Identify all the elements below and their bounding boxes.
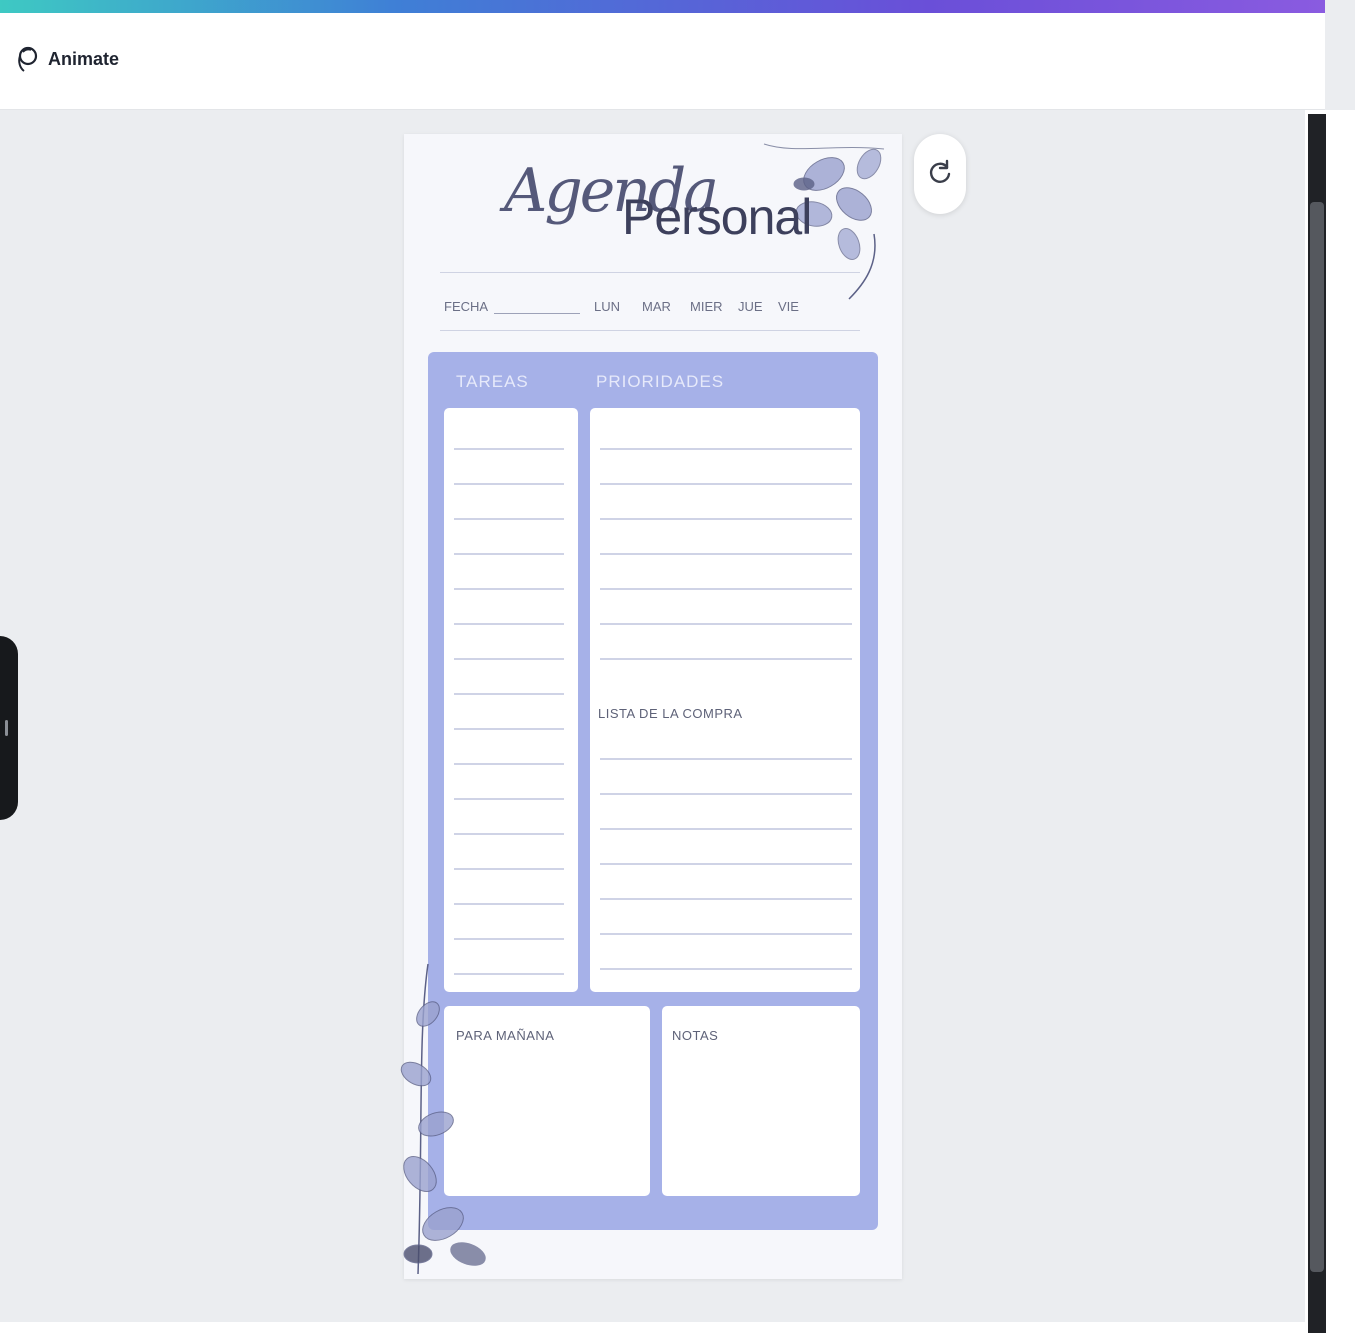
tasks-line (454, 728, 564, 730)
priorities-line (600, 553, 852, 555)
priorities-line (600, 623, 852, 625)
shopping-list-label: LISTA DE LA COMPRA (598, 706, 743, 721)
tasks-line (454, 798, 564, 800)
tasks-line (454, 483, 564, 485)
title-main-text: Personal (622, 189, 812, 245)
priorities-line (600, 448, 852, 450)
day-fri: VIE (778, 298, 799, 314)
editor-toolbar: Animate (0, 13, 1325, 110)
priorities-line (600, 518, 852, 520)
day-tue: MAR (642, 298, 671, 314)
tasks-line (454, 903, 564, 905)
title-underline (440, 272, 860, 273)
tasks-line (454, 938, 564, 940)
animate-button[interactable]: Animate (14, 41, 119, 77)
shopping-line (600, 933, 852, 935)
scrollbar-thumb[interactable] (1310, 202, 1324, 1272)
date-row: FECHA LUN MAR MIER JUE VIE (444, 296, 864, 316)
tasks-line (454, 658, 564, 660)
shopping-line (600, 968, 852, 970)
tasks-heading: TAREAS (456, 372, 529, 391)
day-thu: JUE (738, 298, 763, 314)
notes-box: NOTAS (662, 1006, 860, 1196)
priorities-box: LISTA DE LA COMPRA (590, 408, 860, 992)
bottom-strip (0, 1322, 1305, 1333)
tasks-line (454, 868, 564, 870)
floral-decoration-bottom (400, 963, 486, 1275)
shopping-line (600, 898, 852, 900)
shopping-line (600, 793, 852, 795)
day-mon: LUN (594, 298, 621, 314)
shopping-line (600, 758, 852, 760)
handle-grip (5, 720, 8, 736)
date-label: FECHA (444, 298, 489, 314)
tasks-line (454, 518, 564, 520)
tasks-box (444, 408, 578, 992)
priorities-heading: PRIORIDADES (596, 372, 725, 391)
refresh-button[interactable] (914, 134, 966, 214)
priorities-line (600, 588, 852, 590)
priorities-line (600, 483, 852, 485)
shopping-line (600, 828, 852, 830)
animate-icon (14, 44, 40, 74)
tasks-line (454, 693, 564, 695)
tasks-line (454, 588, 564, 590)
date-underline (440, 330, 860, 331)
tasks-line (454, 623, 564, 625)
refresh-icon (927, 159, 953, 190)
top-gradient-bar (0, 0, 1325, 13)
tasks-line (454, 833, 564, 835)
tasks-line (454, 448, 564, 450)
date-blank (494, 299, 580, 314)
animate-label: Animate (48, 48, 120, 69)
right-scrollbar[interactable] (1305, 110, 1355, 1333)
shopping-line (600, 863, 852, 865)
tasks-line (454, 763, 564, 765)
design-page[interactable]: Agenda Personal FECHA LUN MAR MIER JUE V… (400, 134, 902, 1279)
side-panel-toggle[interactable] (0, 636, 18, 820)
notes-label: NOTAS (672, 1028, 719, 1043)
priorities-line (600, 658, 852, 660)
tasks-line (454, 553, 564, 555)
day-wed: MIER (690, 298, 723, 314)
